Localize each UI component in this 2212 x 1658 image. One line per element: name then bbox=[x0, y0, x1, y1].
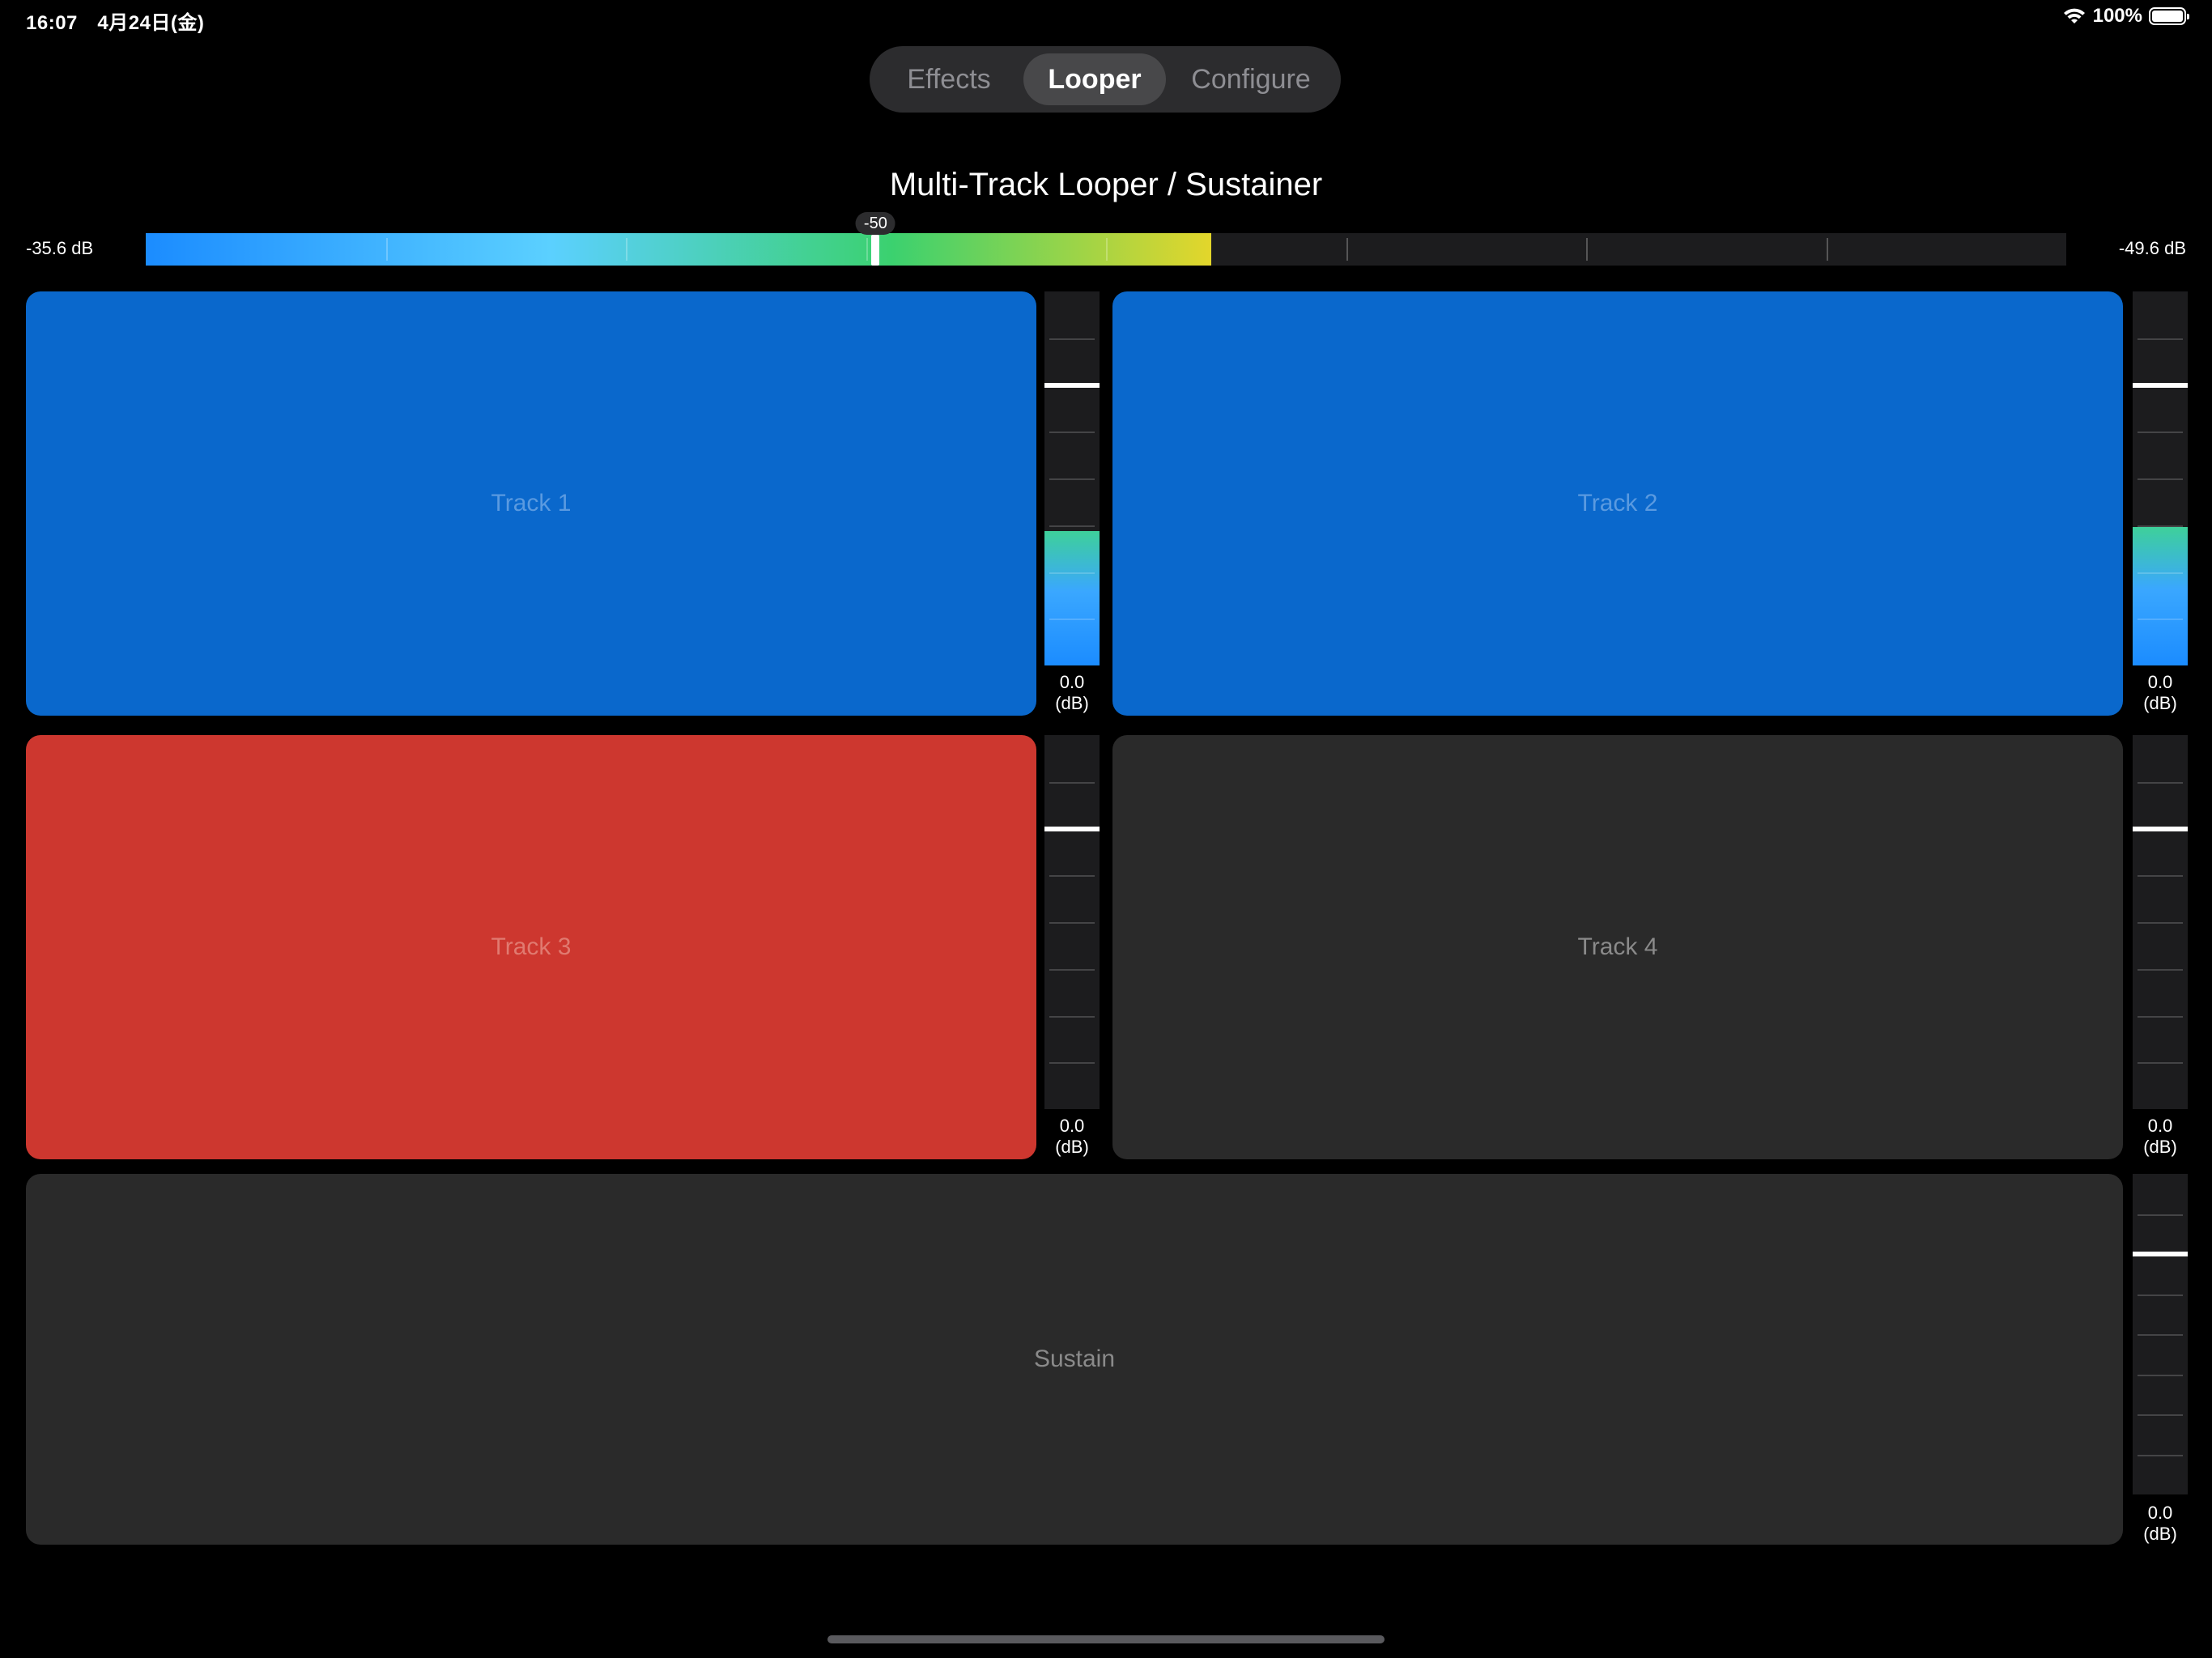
sustain-pad[interactable]: Sustain bbox=[26, 1174, 2123, 1545]
fader-tick bbox=[2138, 1334, 2183, 1336]
tab-looper[interactable]: Looper bbox=[1023, 53, 1166, 105]
track-1-volume-fader[interactable] bbox=[1044, 291, 1100, 665]
meter-tick bbox=[385, 238, 388, 261]
meter-tick bbox=[1586, 238, 1588, 261]
fader-tick bbox=[2138, 619, 2183, 621]
fader-tick bbox=[1049, 781, 1095, 784]
fader-tick bbox=[2138, 875, 2183, 878]
fader-tick bbox=[1049, 1015, 1095, 1018]
track-label: Track 1 bbox=[491, 490, 572, 517]
fader-handle[interactable] bbox=[1044, 382, 1100, 388]
fader-tick bbox=[2138, 1414, 2183, 1416]
fader-tick bbox=[1049, 338, 1095, 340]
input-level-label: -35.6 dB bbox=[26, 238, 94, 258]
track-3-db-readout: 0.0 (dB) bbox=[1055, 1116, 1089, 1157]
tab-configure[interactable]: Configure bbox=[1166, 53, 1336, 105]
battery-percent: 100% bbox=[2092, 5, 2142, 27]
track-3-pad[interactable]: Track 3 bbox=[26, 735, 1036, 1159]
input-level-fill bbox=[146, 233, 1212, 266]
sustain-label: Sustain bbox=[1033, 1346, 1116, 1372]
track-label: Track 2 bbox=[1577, 490, 1658, 517]
fader-tick bbox=[2138, 1015, 2183, 1018]
track-label: Track 4 bbox=[1577, 933, 1658, 960]
fader-tick bbox=[2138, 338, 2183, 340]
fader-tick bbox=[2138, 432, 2183, 434]
status-right: 100% bbox=[2062, 5, 2189, 28]
page-title: Multi-Track Looper / Sustainer bbox=[889, 167, 1323, 202]
track-2-pad[interactable]: Track 2 bbox=[1112, 291, 2123, 716]
fader-handle[interactable] bbox=[2133, 1252, 2188, 1256]
fader-handle[interactable] bbox=[2133, 826, 2188, 831]
fader-tick bbox=[2138, 1214, 2183, 1216]
meter-tick bbox=[626, 238, 627, 261]
fader-tick bbox=[2138, 968, 2183, 971]
wifi-icon bbox=[2063, 8, 2085, 23]
fader-tick bbox=[2138, 781, 2183, 784]
threshold-level-label: -49.6 dB bbox=[2118, 238, 2186, 258]
fader-tick bbox=[1049, 432, 1095, 434]
track-2-db-readout: 0.0 (dB) bbox=[2143, 672, 2177, 713]
fader-tick bbox=[1049, 875, 1095, 878]
track-4-volume-fader[interactable] bbox=[2133, 735, 2188, 1109]
fader-tick bbox=[1049, 572, 1095, 574]
fader-tick bbox=[2138, 1294, 2183, 1296]
track-1-db-readout: 0.0 (dB) bbox=[1055, 672, 1089, 713]
fader-tick bbox=[1049, 922, 1095, 924]
tab-effects[interactable]: Effects bbox=[874, 53, 1023, 105]
track-4-pad[interactable]: Track 4 bbox=[1112, 735, 2123, 1159]
fader-tick bbox=[2138, 1062, 2183, 1065]
fader-handle[interactable] bbox=[1044, 826, 1100, 831]
fader-tick bbox=[1049, 968, 1095, 971]
meter-tick bbox=[1826, 238, 1828, 261]
sustain-db-readout: 0.0 (dB) bbox=[2143, 1503, 2177, 1544]
track-1-pad[interactable]: Track 1 bbox=[26, 291, 1036, 716]
fader-tick bbox=[2138, 1454, 2183, 1456]
fader-tick bbox=[1049, 525, 1095, 527]
fader-tick bbox=[2138, 525, 2183, 527]
track-label: Track 3 bbox=[491, 933, 572, 960]
threshold-value-badge: -50 bbox=[855, 212, 895, 235]
track-3-volume-fader[interactable] bbox=[1044, 735, 1100, 1109]
mode-segmented-control: Effects Looper Configure bbox=[870, 46, 1341, 113]
threshold-slider-thumb[interactable] bbox=[871, 235, 880, 266]
input-level-meter[interactable] bbox=[146, 233, 2066, 266]
fader-tick bbox=[2138, 478, 2183, 480]
fader-tick bbox=[1049, 619, 1095, 621]
fader-level-fill bbox=[2133, 527, 2188, 665]
fader-handle[interactable] bbox=[2133, 382, 2188, 388]
sustain-volume-fader[interactable] bbox=[2133, 1174, 2188, 1494]
fader-tick bbox=[1049, 1062, 1095, 1065]
track-2-volume-fader[interactable] bbox=[2133, 291, 2188, 665]
meter-tick bbox=[866, 238, 868, 261]
meter-tick bbox=[1106, 238, 1108, 261]
fader-level-fill bbox=[1044, 530, 1100, 665]
home-indicator[interactable] bbox=[827, 1635, 1385, 1643]
fader-tick bbox=[1049, 478, 1095, 480]
status-time-date: 16:07 4月24日(金) bbox=[26, 12, 205, 34]
track-4-db-readout: 0.0 (dB) bbox=[2143, 1116, 2177, 1157]
battery-icon bbox=[2149, 7, 2189, 25]
fader-tick bbox=[2138, 922, 2183, 924]
meter-tick bbox=[1346, 238, 1348, 261]
fader-tick bbox=[2138, 1374, 2183, 1376]
fader-tick bbox=[2138, 572, 2183, 574]
